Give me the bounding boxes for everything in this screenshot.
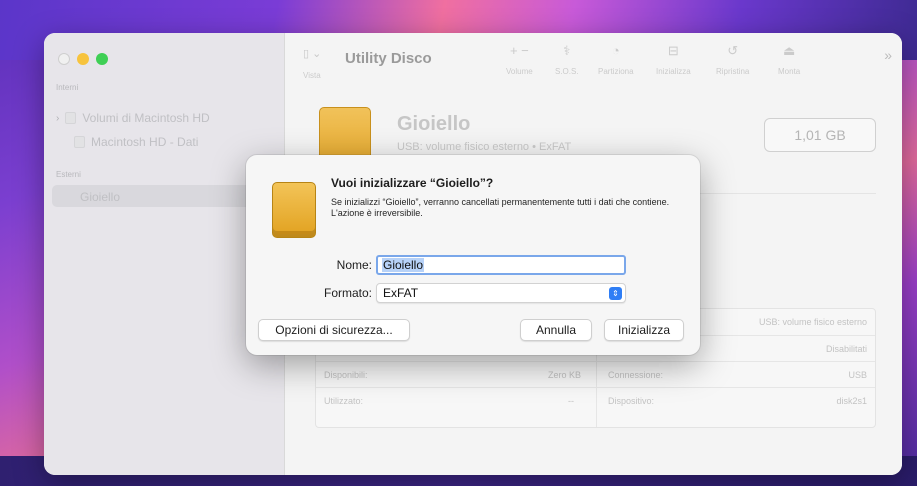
info-label: Dispositivo:: [608, 396, 655, 406]
info-value: USB: volume fisico esterno: [758, 317, 867, 327]
info-value: Zero KB: [548, 370, 582, 380]
window-controls: [58, 53, 108, 65]
info-value: USB: [848, 370, 867, 380]
restore-icon: ↺: [727, 43, 739, 58]
partition-button[interactable]: ◔ Partiziona: [598, 43, 634, 76]
info-value: disk2s1: [836, 396, 867, 406]
format-label: Formato:: [323, 286, 372, 300]
disk-size-badge: 1,01 GB: [764, 118, 876, 152]
app-title: Utility Disco: [345, 50, 432, 67]
sidebar-item-macintosh-hd-data[interactable]: Macintosh HD - Dati: [74, 135, 198, 149]
view-label: Vista: [303, 71, 321, 80]
sidebar-item-label: Macintosh HD - Dati: [91, 135, 199, 149]
zoom-window-button[interactable]: [96, 53, 108, 65]
select-arrows-icon: ⇕: [609, 287, 622, 300]
cancel-button[interactable]: Annulla: [520, 319, 592, 341]
sidebar-item-macintosh-hd-volumes[interactable]: › Volumi di Macintosh HD: [56, 111, 210, 125]
dialog-message: Se inizializzi “Gioiello”, verranno canc…: [331, 197, 670, 218]
toolbar-button-label: S.O.S.: [555, 67, 579, 76]
external-disk-icon: [272, 182, 316, 238]
format-select-value: ExFAT: [383, 286, 419, 300]
info-row: Utilizzato: -- Dispositivo: disk2s1: [316, 387, 875, 413]
info-label: Connessione:: [608, 370, 664, 380]
sidebar-item-gioiello-label-wrap: Gioiello: [80, 190, 120, 204]
toolbar-button-label: Monta: [778, 67, 801, 76]
disk-subtitle: USB: volume fisico esterno • ExFAT: [397, 141, 572, 153]
dialog-title: Vuoi inizializzare “Gioiello”?: [331, 176, 494, 190]
first-aid-button[interactable]: ⚕ S.O.S.: [555, 43, 579, 76]
toolbar-button-label: Partiziona: [598, 67, 634, 76]
volume-button[interactable]: + − Volume: [506, 43, 533, 76]
stethoscope-icon: ⚕: [563, 43, 571, 58]
security-options-button[interactable]: Opzioni di sicurezza...: [258, 319, 410, 341]
restore-button[interactable]: ↺ Ripristina: [716, 43, 749, 76]
sidebar-item-label: Gioiello: [80, 190, 121, 204]
mount-button[interactable]: ⏏ Monta: [778, 43, 800, 76]
sidebar-section-internal: Interni: [56, 83, 79, 92]
info-value: --: [568, 396, 574, 406]
minimize-window-button[interactable]: [77, 53, 89, 65]
sidebar-section-external: Esterni: [56, 170, 81, 179]
name-input[interactable]: Gioiello: [376, 255, 626, 275]
partition-icon: ◔: [611, 43, 620, 58]
disk-name: Gioiello: [397, 113, 471, 135]
toolbar-overflow-icon[interactable]: »: [884, 47, 892, 63]
close-window-button[interactable]: [58, 53, 70, 65]
info-value: Disabilitati: [825, 344, 867, 354]
sidebar-item-label: Volumi di Macintosh HD: [82, 111, 210, 125]
name-label: Nome:: [336, 258, 372, 272]
toolbar-button-label: Ripristina: [716, 67, 750, 76]
chevron-right-icon[interactable]: ›: [56, 113, 59, 124]
internal-disk-icon: [74, 136, 85, 148]
erase-button[interactable]: ⊟ Inizializza: [656, 43, 691, 76]
erase-confirm-button[interactable]: Inizializza: [604, 319, 684, 341]
name-input-value: Gioiello: [382, 258, 425, 272]
info-label: Disponibili:: [324, 370, 368, 380]
toolbar: ▯ ⌄ Vista Utility Disco + − Volume ⚕ S.O…: [285, 33, 902, 93]
info-row: Disponibili: Zero KB Connessione: USB: [316, 361, 875, 387]
format-select[interactable]: ExFAT ⇕: [376, 283, 626, 303]
info-label: Utilizzato:: [324, 396, 364, 406]
erase-dialog: Vuoi inizializzare “Gioiello”? Se inizia…: [246, 155, 700, 355]
internal-disk-icon: [65, 112, 77, 124]
mount-icon: ⏏: [782, 43, 796, 58]
plus-minus-icon: + −: [509, 43, 529, 58]
sidebar-toggle-icon[interactable]: ▯ ⌄: [303, 47, 321, 60]
erase-icon: ⊟: [667, 43, 679, 58]
toolbar-button-label: Inizializza: [656, 67, 691, 76]
toolbar-button-label: Volume: [506, 67, 533, 76]
